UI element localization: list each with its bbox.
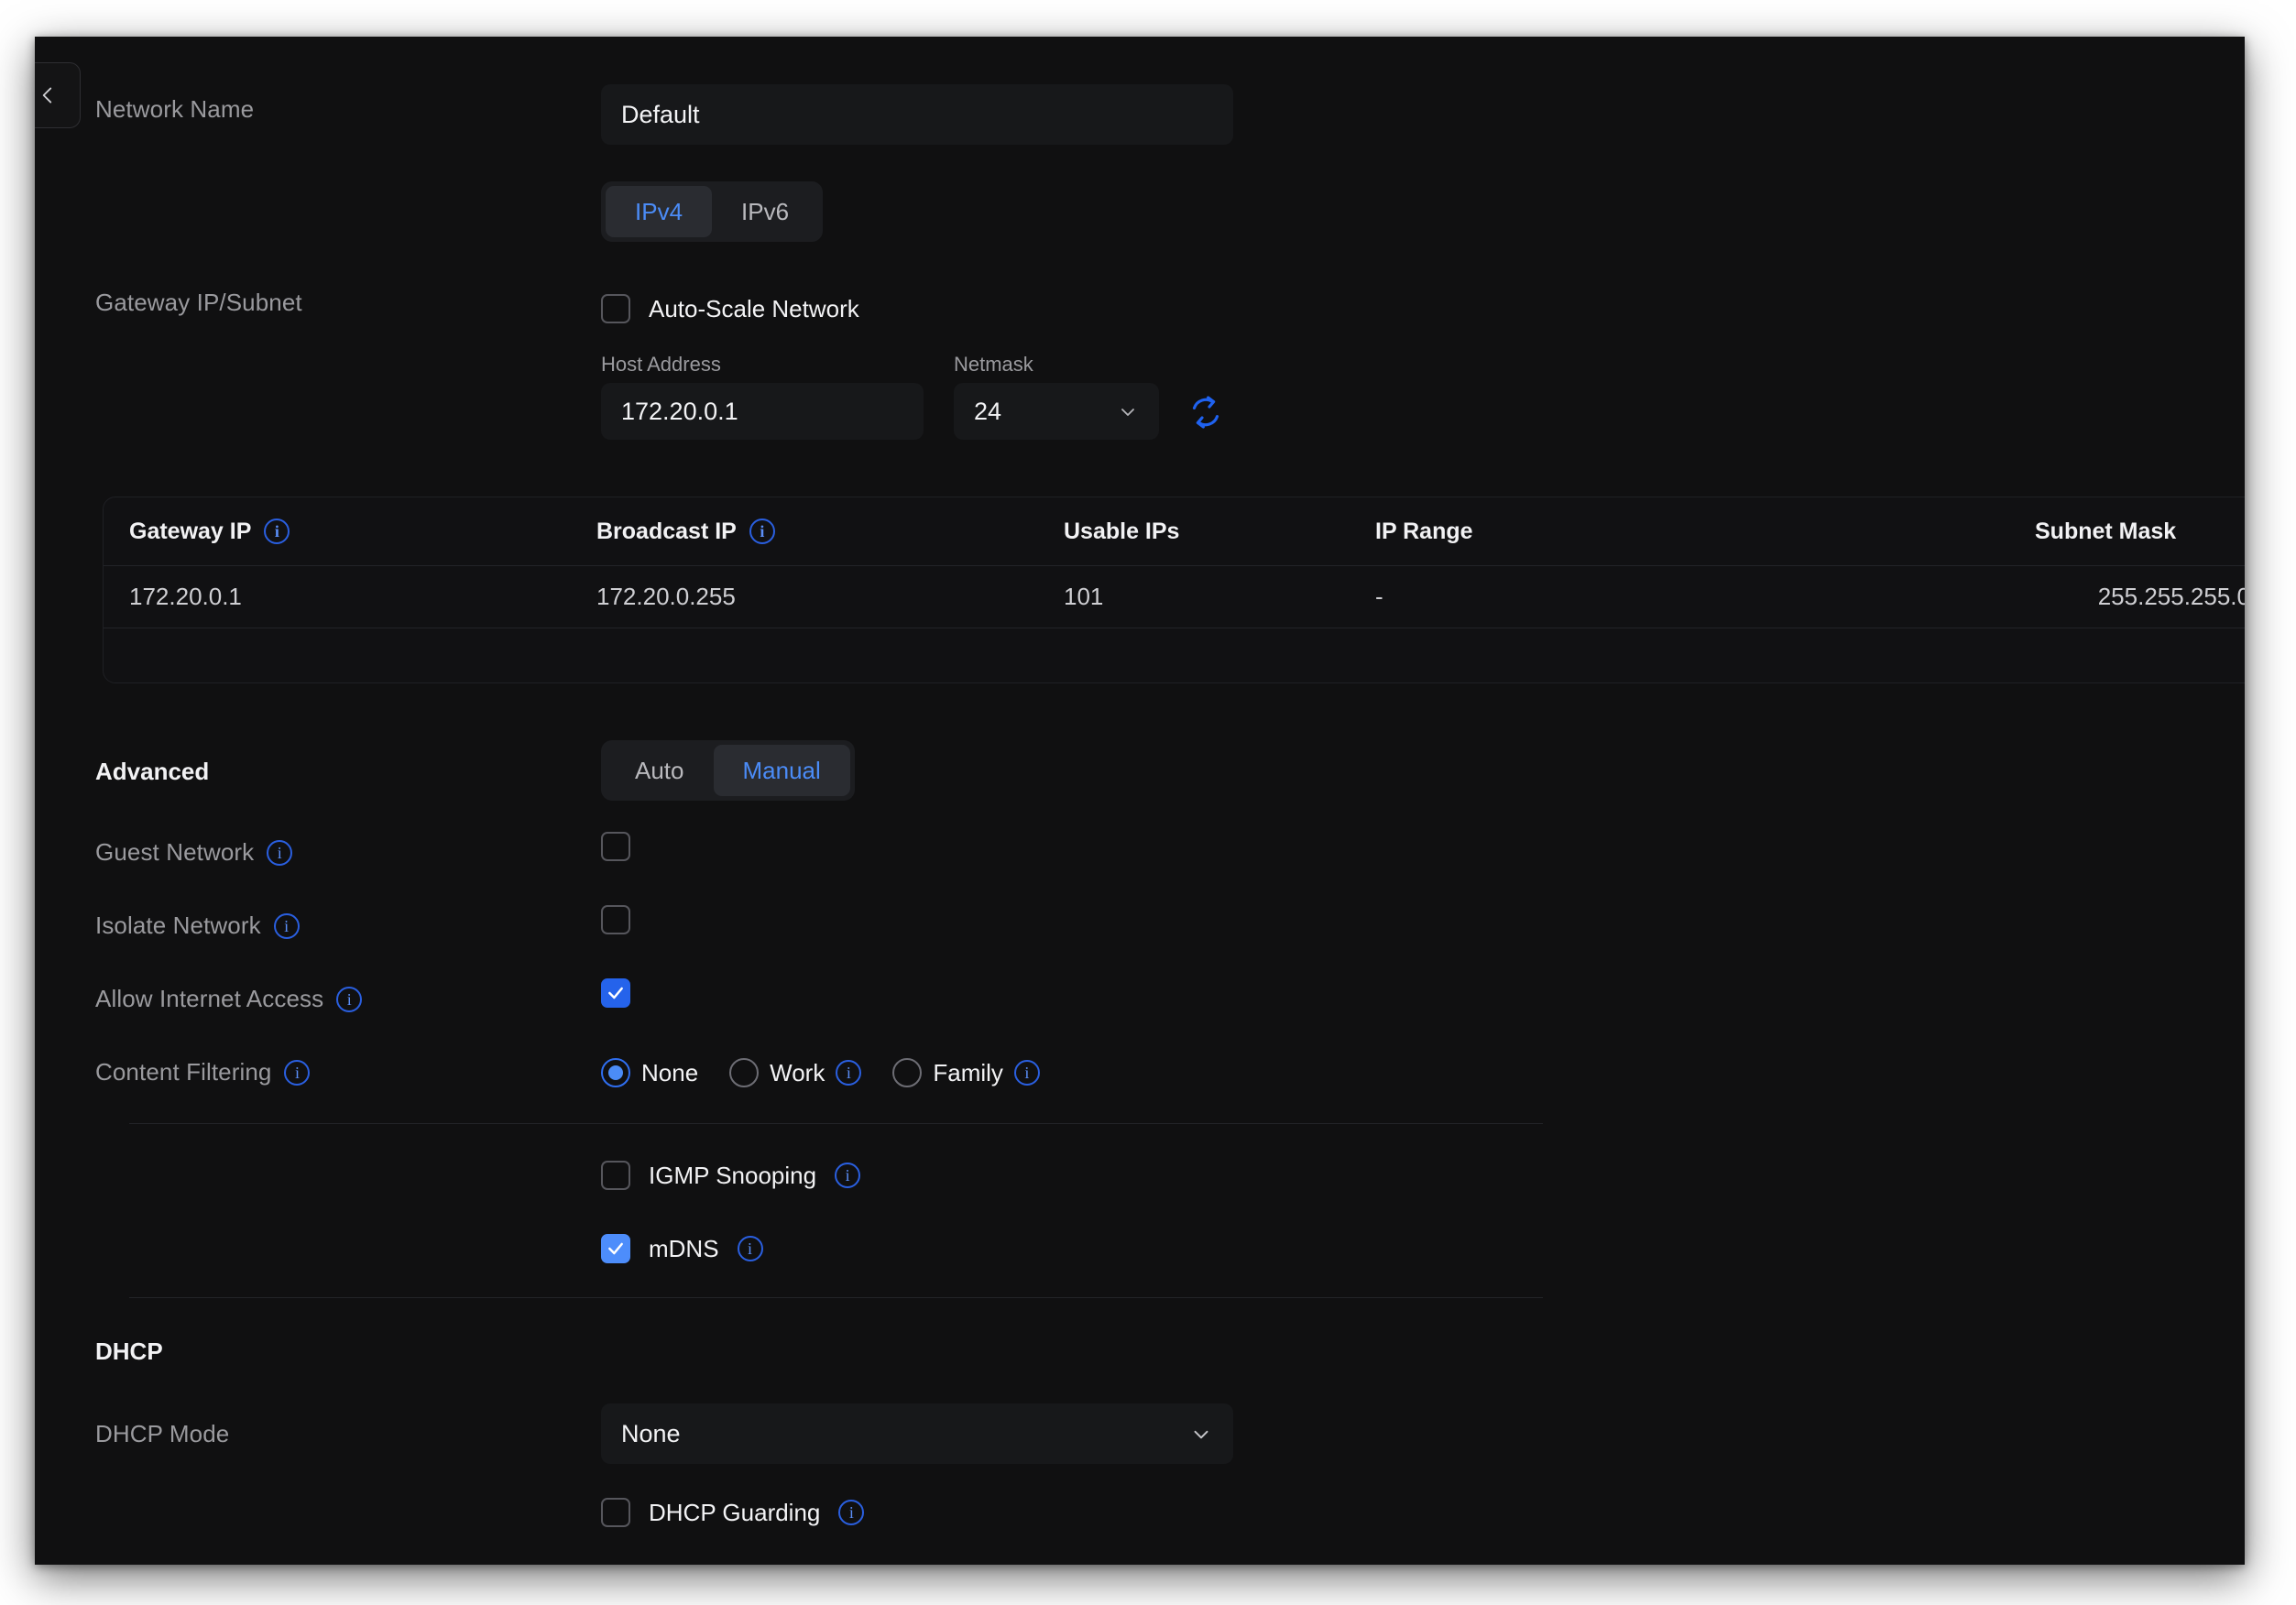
chevron-down-icon [1121,409,1134,416]
cell-subnet-mask: 255.255.255.0 [2097,583,2245,610]
netmask-value: 24 [974,397,1002,425]
table-footer-spacer [104,628,2245,682]
table-row: 172.20.0.1 172.20.0.255 101 - 255.255.25… [104,565,2245,628]
content-filter-work-info-icon[interactable]: i [836,1060,862,1086]
igmp-snooping-label: IGMP Snooping [649,1161,817,1189]
column-header-subnet-mask: Subnet Mask [2035,518,2177,544]
content-filter-radio-family[interactable] [892,1058,923,1087]
auto-scale-network-label: Auto-Scale Network [649,294,859,322]
advanced-section-title: Advanced [95,758,210,785]
table-header-row: Gateway IP i Broadcast IP i Usable IPs I… [104,497,2245,565]
ip-version-tabs[interactable]: IPv4 IPv6 [601,181,824,242]
divider-above-igmp [129,1123,1543,1124]
column-header-gateway-ip: Gateway IP i [129,519,596,545]
content-filter-family-label: Family [933,1058,1003,1086]
column-header-broadcast-ip-label: Broadcast IP [596,518,737,544]
dhcp-guarding-info-icon[interactable]: i [838,1500,865,1525]
content-filter-none-label: None [641,1058,699,1086]
allow-internet-access-info-icon[interactable]: i [336,986,363,1012]
mdns-row: mDNS i [601,1234,763,1263]
tab-ipv4[interactable]: IPv4 [606,186,713,237]
network-settings-panel: Network Name IPv4 IPv6 Gateway IP/Subnet… [35,37,2245,1565]
content-filtering-info-icon[interactable]: i [284,1059,311,1086]
check-icon [608,987,623,999]
back-button[interactable] [35,62,81,128]
isolate-network-checkbox[interactable] [601,905,630,934]
refresh-subnet-button[interactable] [1187,394,1224,435]
isolate-network-label-group: Isolate Network i [95,912,300,940]
content-filtering-label-group: Content Filtering i [95,1058,311,1086]
guest-network-checkbox[interactable] [601,832,630,861]
netmask-select[interactable]: 24 [954,383,1159,440]
dhcp-guarding-row: DHCP Guarding i [601,1498,865,1527]
content-filter-radio-work[interactable] [729,1058,760,1087]
broadcast-ip-info-icon[interactable]: i [749,519,775,544]
guest-network-info-icon[interactable]: i [267,839,293,866]
mdns-checkbox[interactable] [601,1234,630,1263]
divider-above-dhcp [129,1297,1543,1298]
auto-scale-network-checkbox[interactable] [601,294,630,323]
igmp-snooping-info-icon[interactable]: i [835,1163,861,1188]
content-filter-family-info-icon[interactable]: i [1013,1060,1040,1086]
allow-internet-access-label-group: Allow Internet Access i [95,985,363,1013]
netmask-label: Netmask [954,353,1033,376]
cell-broadcast-ip: 172.20.0.255 [596,583,736,610]
dhcp-section-title: DHCP [95,1338,163,1365]
content-filtering-label: Content Filtering [95,1058,272,1086]
dhcp-mode-select[interactable]: None [601,1403,1233,1464]
refresh-sync-icon [1192,396,1219,429]
content-filter-radio-none[interactable] [601,1058,630,1087]
page-root: Network Name IPv4 IPv6 Gateway IP/Subnet… [0,0,2296,1605]
host-address-label: Host Address [601,353,721,376]
dhcp-mode-label: DHCP Mode [95,1420,230,1447]
guest-network-label-group: Guest Network i [95,838,293,867]
network-name-input[interactable] [601,84,1233,145]
chevron-down-icon [1194,1430,1208,1439]
content-filter-option-work[interactable]: Work i [729,1058,862,1087]
check-icon [608,1242,623,1255]
dhcp-guarding-checkbox[interactable] [601,1498,630,1527]
column-header-gateway-ip-label: Gateway IP [129,518,252,544]
column-header-ip-range: IP Range [1375,518,1473,544]
content-filter-option-family[interactable]: Family i [892,1058,1040,1087]
chevron-left-icon [42,87,52,104]
tab-auto[interactable]: Auto [606,745,714,796]
advanced-mode-tabs[interactable]: Auto Manual [601,740,855,801]
mdns-label: mDNS [649,1234,719,1262]
guest-network-label: Guest Network [95,838,255,866]
subnet-info-table: Gateway IP i Broadcast IP i Usable IPs I… [103,497,2245,683]
radio-dot [608,1065,623,1080]
dhcp-mode-value: None [621,1419,681,1447]
igmp-snooping-row: IGMP Snooping i [601,1161,861,1190]
cell-usable-ips: 101 [1064,583,1104,610]
column-header-broadcast-ip: Broadcast IP i [596,519,1064,545]
gateway-ip-info-icon[interactable]: i [264,519,290,544]
isolate-network-label: Isolate Network [95,912,261,939]
tab-ipv6[interactable]: IPv6 [712,186,818,237]
host-address-input[interactable] [601,383,924,440]
tab-manual[interactable]: Manual [713,745,850,796]
dhcp-guarding-label: DHCP Guarding [649,1498,821,1526]
auto-scale-network-row: Auto-Scale Network [601,294,859,323]
igmp-snooping-checkbox[interactable] [601,1161,630,1190]
cell-ip-range: - [1375,583,1383,610]
allow-internet-access-label: Allow Internet Access [95,985,324,1012]
mdns-info-icon[interactable]: i [737,1236,763,1261]
content-filtering-options: None Work i Family i [601,1058,1040,1087]
isolate-network-info-icon[interactable]: i [273,912,300,939]
content-filter-option-none[interactable]: None [601,1058,698,1087]
cell-gateway-ip: 172.20.0.1 [129,583,242,610]
network-name-label: Network Name [95,95,255,123]
allow-internet-access-checkbox[interactable] [601,978,630,1008]
content-filter-work-label: Work [770,1058,825,1086]
gateway-subnet-label: Gateway IP/Subnet [95,289,302,316]
column-header-usable-ips: Usable IPs [1064,518,1180,544]
